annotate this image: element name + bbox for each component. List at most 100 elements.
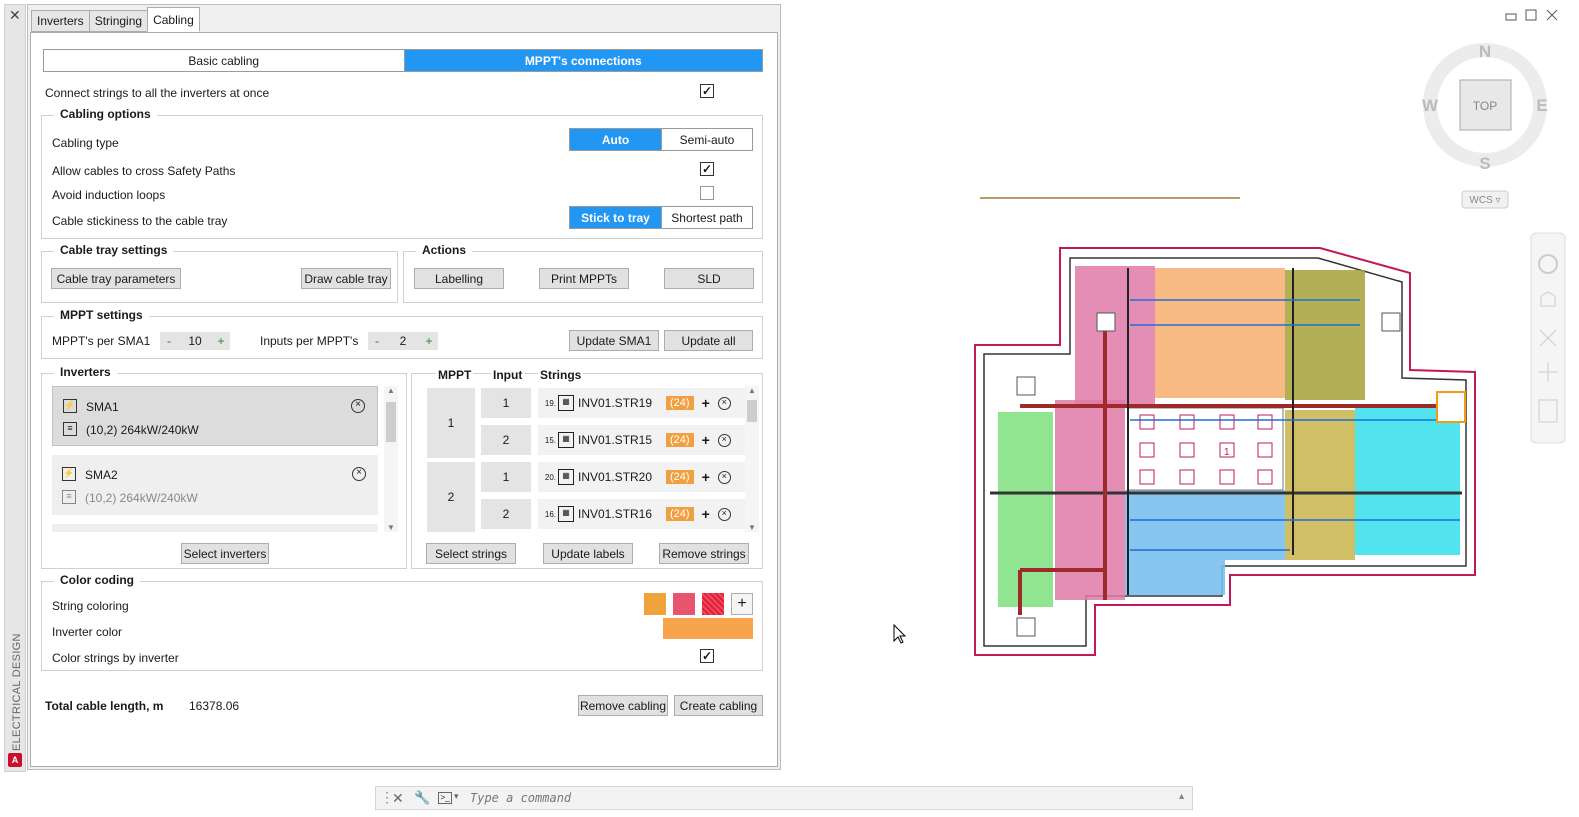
inputs-per-mppt-value[interactable]: 2 (386, 334, 420, 348)
remove-string-icon[interactable]: × (717, 433, 731, 447)
cad-viewport[interactable]: N S E W TOP WCS ▿ 1 (785, 0, 1579, 817)
string-icon: ▦ (558, 469, 574, 485)
print-mppts-button[interactable]: Print MPPTs (539, 268, 629, 289)
viewport-window-controls[interactable] (1505, 9, 1558, 21)
remove-cabling-button[interactable]: Remove cabling (578, 695, 668, 716)
add-string-icon[interactable]: + (702, 395, 710, 411)
scroll-down-icon[interactable]: ▼ (385, 523, 397, 532)
allow-cross-checkbox[interactable]: ✓ (700, 162, 714, 176)
string-coloring-label: String coloring (52, 599, 129, 613)
remove-strings-button[interactable]: Remove strings (659, 543, 749, 564)
avoid-loops-checkbox[interactable] (700, 186, 714, 200)
string-color-swatch-pink[interactable] (673, 593, 695, 615)
string-name: INV01.STR15 (578, 433, 653, 447)
scroll-up-icon[interactable]: ▲ (385, 386, 397, 395)
string-name: INV01.STR16 (578, 507, 653, 521)
string-name: INV01.STR20 (578, 470, 653, 484)
inverter-color-label: Inverter color (52, 625, 123, 639)
remove-inverter-icon[interactable]: × (352, 467, 366, 481)
add-string-icon[interactable]: + (702, 432, 710, 448)
tab-inverters[interactable]: Inverters (31, 10, 90, 32)
cabling-type-semi-auto[interactable]: Semi-auto (661, 129, 752, 150)
command-prompt-icon[interactable]: >_ (438, 792, 452, 804)
update-all-button[interactable]: Update all (664, 330, 753, 351)
input-cell: 2 (481, 425, 531, 455)
total-cable-length-label: Total cable length, m (45, 699, 164, 713)
stickiness-toggle: Stick to tray Shortest path (569, 206, 753, 229)
remove-string-icon[interactable]: × (717, 396, 731, 410)
update-labels-button[interactable]: Update labels (543, 543, 633, 564)
basic-cabling-option[interactable]: Basic cabling (44, 50, 404, 71)
inputs-per-mppt-increment[interactable]: + (420, 334, 438, 348)
create-cabling-button[interactable]: Create cabling (674, 695, 763, 716)
add-color-button[interactable]: + (731, 593, 753, 615)
navigation-bar[interactable] (1530, 232, 1566, 444)
add-string-icon[interactable]: + (702, 469, 710, 485)
command-history-icon[interactable]: ▲ (1177, 791, 1186, 801)
inverter-name: SMA1 (86, 400, 119, 414)
remove-inverter-icon[interactable]: × (351, 399, 365, 413)
scroll-thumb[interactable] (386, 402, 396, 442)
remove-string-icon[interactable]: × (717, 470, 731, 484)
cabling-type-label: Cabling type (52, 136, 119, 150)
inverter-name: SMA2 (85, 468, 118, 482)
inverter-spec: (10,2) 264kW/240kW (85, 491, 198, 505)
inverter-color-swatch[interactable] (663, 618, 753, 639)
close-command-icon[interactable]: ✕ (392, 790, 404, 807)
tab-cabling[interactable]: Cabling (147, 7, 200, 32)
command-input[interactable]: Type a command (470, 791, 571, 805)
string-index: 16. (544, 509, 556, 519)
string-row[interactable]: 16. ▦ INV01.STR16 (24) + × (538, 499, 750, 529)
draw-cable-tray-button[interactable]: Draw cable tray (301, 268, 391, 289)
string-row[interactable]: 15. ▦ INV01.STR15 (24) + × (538, 425, 750, 455)
shortest-path-option[interactable]: Shortest path (661, 207, 752, 228)
tab-stringing[interactable]: Stringing (88, 10, 149, 32)
avoid-loops-label: Avoid induction loops (52, 188, 166, 202)
mppts-per-sma-label: MPPT's per SMA1 (52, 334, 151, 348)
mppts-per-sma-value[interactable]: 10 (178, 334, 212, 348)
input-cell: 2 (481, 499, 531, 529)
stick-to-tray-option[interactable]: Stick to tray (570, 207, 661, 228)
string-row[interactable]: 20. ▦ INV01.STR20 (24) + × (538, 462, 750, 492)
color-by-inverter-checkbox[interactable]: ✓ (700, 649, 714, 663)
input-cell: 1 (481, 388, 531, 418)
mppts-per-sma-increment[interactable]: + (212, 334, 230, 348)
select-strings-button[interactable]: Select strings (426, 543, 516, 564)
scroll-up-icon[interactable]: ▲ (746, 386, 758, 395)
close-palette-icon[interactable]: ✕ (9, 7, 21, 24)
viewcube[interactable]: N S E W TOP WCS ▿ (1422, 42, 1548, 209)
inverter-config-icon: ≡ (63, 422, 77, 436)
viewcube-top: TOP (1473, 99, 1497, 113)
connect-all-checkbox[interactable]: ✓ (700, 84, 714, 98)
labelling-button[interactable]: Labelling (414, 268, 504, 289)
mppts-per-sma-decrement[interactable]: - (160, 334, 178, 348)
inverters-scrollbar[interactable]: ▲ ▼ (384, 386, 398, 532)
string-color-swatch-red[interactable] (702, 593, 724, 615)
add-string-icon[interactable]: + (702, 506, 710, 522)
string-row[interactable]: 19. ▦ INV01.STR19 (24) + × (538, 388, 750, 418)
remove-string-icon[interactable]: × (717, 507, 731, 521)
recent-commands-dropdown-icon[interactable]: ▾ (454, 791, 459, 802)
stickiness-label: Cable stickiness to the cable tray (52, 214, 228, 228)
inverter-item-sma2[interactable]: ⚡ SMA2 ≡ (10,2) 264kW/240kW × (52, 455, 378, 515)
module-count-badge: (24) (666, 433, 694, 447)
command-line[interactable]: ⋮ ✕ 🔧 >_ ▾ Type a command ▲ (375, 786, 1193, 810)
strings-scrollbar[interactable]: ▲ ▼ (745, 386, 759, 532)
mppt-strings-group: MPPT Input Strings 1 2 1 2 1 2 19. ▦ INV… (411, 368, 763, 569)
cable-tray-parameters-button[interactable]: Cable tray parameters (51, 268, 181, 289)
select-inverters-button[interactable]: Select inverters (181, 543, 269, 564)
cabling-type-toggle: Auto Semi-auto (569, 128, 753, 151)
mppt-connections-option[interactable]: MPPT's connections (403, 50, 762, 71)
cabling-type-auto[interactable]: Auto (570, 129, 661, 150)
solar-site-plan: 1 (974, 247, 1476, 656)
mppts-per-sma-stepper: - 10 + (160, 332, 230, 350)
string-color-swatch-orange[interactable] (644, 593, 666, 615)
scroll-down-icon[interactable]: ▼ (746, 523, 758, 532)
scroll-thumb[interactable] (747, 400, 757, 422)
customize-wrench-icon[interactable]: 🔧 (414, 790, 430, 806)
update-sma-button[interactable]: Update SMA1 (569, 330, 659, 351)
inverter-item-sma1[interactable]: ⚡ SMA1 ≡ (10,2) 264kW/240kW × (52, 386, 378, 446)
inputs-per-mppt-decrement[interactable]: - (368, 334, 386, 348)
color-by-inverter-label: Color strings by inverter (52, 651, 179, 665)
sld-button[interactable]: SLD (664, 268, 754, 289)
